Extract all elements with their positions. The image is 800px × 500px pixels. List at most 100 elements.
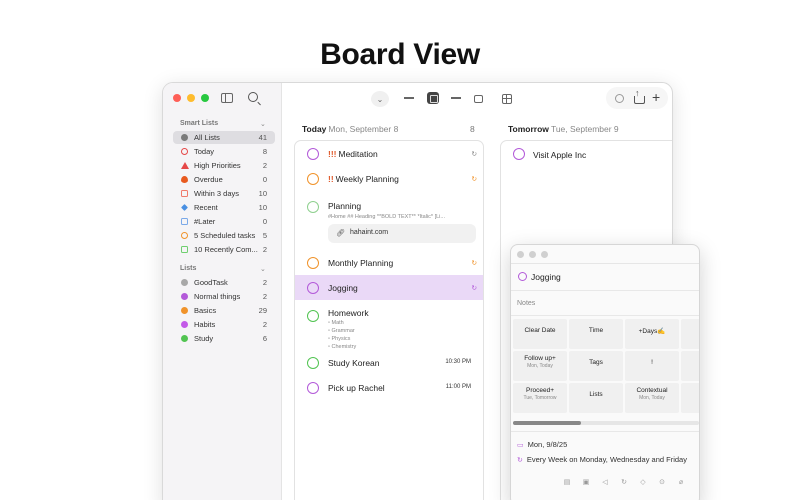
task-checkbox[interactable] [513,148,525,160]
add-task-button[interactable]: + [652,89,660,105]
sort-icon[interactable] [451,91,461,105]
sidebar-item[interactable]: 5 Scheduled tasks 5 [173,229,275,242]
task-checkbox[interactable] [307,381,319,394]
quick-action-button[interactable]: Contextual Mon, Today [625,383,679,413]
task-meditation[interactable]: !!! Meditation ↻ [295,141,483,166]
quick-action-button[interactable]: Mo [681,319,699,349]
speaker-icon[interactable]: ◁ [601,478,609,486]
sidebar-item-label: 10 Recently Com... [194,245,258,254]
task-homework[interactable]: Homework ▫ Math ▫ Grammar ▫ Physics ▫ Ch… [295,300,483,350]
task-checkbox[interactable] [307,281,319,294]
quick-action-button[interactable]: Proceed+ Tue, Tomorrow [513,383,567,413]
minimize-window-button[interactable] [187,94,195,102]
circle-icon[interactable] [615,94,624,103]
search-icon[interactable] [248,92,258,102]
tag-icon[interactable]: ◇ [639,478,647,486]
task-checkbox[interactable] [518,272,527,281]
chevron-down-icon[interactable]: ⌄ [260,120,266,128]
task-pick-up-rachel[interactable]: Pick up Rachel 11:00 PM [295,375,483,400]
action-sublabel: Mon, Today [639,395,665,401]
quick-action-button[interactable]: +Days✍️ [625,319,679,349]
sidebar-item[interactable]: Study 6 [173,332,275,345]
sidebar-item[interactable]: High Priorities 2 [173,159,275,172]
sidebar-item[interactable]: #Later 0 [173,215,275,228]
sidebar-item[interactable]: Overdue 0 [173,173,275,186]
quick-action-button[interactable]: ! [625,351,679,381]
action-label: +Days✍️ [638,328,666,335]
sidebar-item[interactable]: All Lists 41 [173,131,275,144]
action-sublabel: Mo [681,333,699,339]
task-planning[interactable]: Planning #Home ## Heading **BOLD TEXT** … [295,191,483,251]
chevron-down-button[interactable]: ⌄ [371,91,389,107]
quick-action-button[interactable] [681,351,699,381]
calendar-icon[interactable]: ▤ [563,478,571,486]
column-header-tomorrow: Tomorrow Tue, September 9 [508,124,619,134]
repeat-row[interactable]: ↻ Every Week on Monday, Wednesday and Fri… [517,455,687,464]
url-link[interactable]: 🔗︎ hahaint.com [328,224,476,243]
sidebar-item[interactable]: Within 3 days 10 [173,187,275,200]
notes-field[interactable]: Notes [517,300,535,307]
quick-action-button[interactable]: Clear Date [513,319,567,349]
task-visit-apple[interactable]: Visit Apple Inc [501,141,672,166]
sidebar-item-count: 10 [258,203,267,212]
task-monthly-planning[interactable]: Monthly Planning ↻ [295,251,483,275]
divider [511,315,699,316]
sidebar-item[interactable]: Today 8 [173,145,275,158]
share-icon[interactable] [634,88,645,104]
close-window-button[interactable] [173,94,181,102]
sidebar-item[interactable]: GoodTask 2 [173,276,275,289]
chevron-down-icon[interactable]: ⌄ [260,265,266,273]
grid-view-icon[interactable] [502,94,512,104]
repeat-icon: ↻ [471,284,477,292]
task-checkbox[interactable] [307,257,319,269]
list-color-dot-icon [181,335,188,342]
task-checkbox[interactable] [307,356,319,369]
task-jogging[interactable]: Jogging ↻ [295,275,483,300]
sidebar-item[interactable]: 10 Recently Com... 2 [173,243,275,256]
zoom-window-button[interactable] [541,251,548,258]
horizontal-scrollbar[interactable] [513,421,699,425]
task-checkbox[interactable] [307,172,319,185]
quick-action-button[interactable] [681,383,699,413]
warning-triangle-icon [181,162,189,169]
sidebar-item[interactable]: Basics 29 [173,304,275,317]
zoom-window-button[interactable] [201,94,209,102]
action-sublabel: Tue, Tomorrow [523,395,557,401]
task-checkbox[interactable] [307,201,319,213]
toolbar-right-group: + [606,87,668,109]
sidebar-item-label: Today [194,147,215,156]
quick-action-button[interactable]: Lists [569,383,623,413]
card-view-icon[interactable] [474,95,483,103]
sidebar-item-label: GoodTask [194,278,228,287]
location-icon[interactable]: ⊙ [658,478,666,486]
sidebar-item[interactable]: Recent 10 [173,201,275,214]
sidebar-item[interactable]: Habits 2 [173,318,275,331]
sidebar-item-count: 2 [262,292,267,301]
sidebar-toggle-icon[interactable] [221,93,233,103]
sidebar-item-count: 2 [262,278,267,287]
divider [511,290,699,291]
smart-lists-header: Smart Lists [180,120,219,127]
attachment-icon[interactable]: ⌀ [677,478,685,486]
task-study-korean[interactable]: Study Korean 10:30 PM [295,350,483,375]
task-time: 11:00 PM [445,383,471,390]
card-icon[interactable]: ▣ [582,478,590,486]
repeat-icon[interactable]: ↻ [620,478,628,486]
quick-action-button[interactable]: Tags [569,351,623,381]
due-date-row[interactable]: ▭ Mon, 9/8/25 [517,440,567,449]
column-count: 8 [470,124,475,134]
board-view-icon[interactable] [427,92,439,104]
popup-task-title[interactable]: Jogging [531,272,561,282]
quick-action-button[interactable]: Follow up+ Mon, Today [513,351,567,381]
list-view-icon[interactable] [404,91,414,105]
task-weekly-planning[interactable]: !! Weekly Planning ↻ [295,166,483,191]
close-window-button[interactable] [517,251,524,258]
task-checkbox[interactable] [307,147,319,160]
sparkle-icon [181,204,188,211]
sidebar-item-count: 0 [262,175,267,184]
task-checkbox[interactable] [307,310,319,322]
minimize-window-button[interactable] [529,251,536,258]
sidebar-item[interactable]: Normal things 2 [173,290,275,303]
quick-action-button[interactable]: Time [569,319,623,349]
column-date: Tue, September 9 [550,124,619,134]
